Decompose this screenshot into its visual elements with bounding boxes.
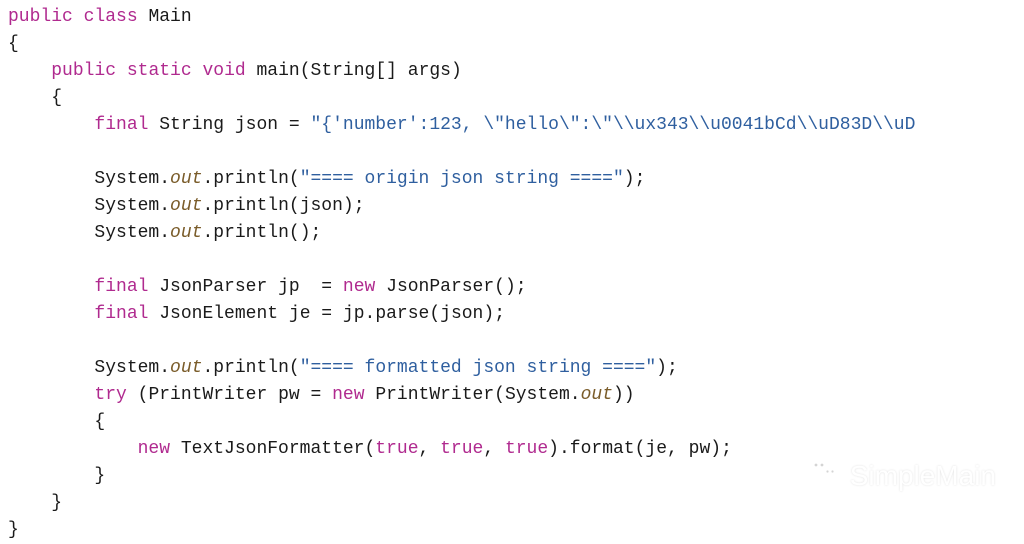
method-main: main	[257, 61, 300, 81]
type-printwriter: PrintWriter	[148, 385, 267, 405]
kw-class: class	[84, 7, 138, 27]
method-println: println	[213, 169, 289, 189]
field-out: out	[170, 358, 202, 378]
code-block: public class Main { public static void m…	[8, 4, 1016, 544]
var-pw: pw	[278, 385, 300, 405]
type-textjsonformatter: TextJsonFormatter	[181, 439, 365, 459]
kw-new: new	[138, 439, 170, 459]
string-literal: "==== origin json string ===="	[300, 169, 624, 189]
kw-final: final	[94, 115, 148, 135]
type-string: String	[311, 61, 376, 81]
type-jsonelement: JsonElement	[159, 304, 278, 324]
kw-final: final	[94, 277, 148, 297]
param-args: args	[408, 61, 451, 81]
method-parse: parse	[375, 304, 429, 324]
field-out: out	[581, 385, 613, 405]
type-jsonparser: JsonParser	[159, 277, 267, 297]
brace-open: {	[51, 88, 62, 108]
kw-void: void	[202, 61, 245, 81]
field-out: out	[170, 169, 202, 189]
var-json: json	[235, 115, 278, 135]
method-format: format	[570, 439, 635, 459]
brace-close: }	[94, 466, 105, 486]
bool-true: true	[375, 439, 418, 459]
kw-public: public	[8, 7, 73, 27]
field-out: out	[170, 223, 202, 243]
bool-true: true	[440, 439, 483, 459]
brace-open: {	[94, 412, 105, 432]
kw-final: final	[94, 304, 148, 324]
kw-try: try	[94, 385, 126, 405]
brace-close: }	[51, 493, 62, 513]
var-je: je	[289, 304, 311, 324]
bool-true: true	[505, 439, 548, 459]
class-system: System	[94, 169, 159, 189]
kw-public: public	[51, 61, 116, 81]
brace-close: }	[8, 520, 19, 540]
kw-new: new	[343, 277, 375, 297]
arg-json: json	[300, 196, 343, 216]
type-string: String	[159, 115, 224, 135]
field-out: out	[170, 196, 202, 216]
kw-new: new	[332, 385, 364, 405]
kw-static: static	[127, 61, 192, 81]
string-literal: "{'number':123, \"hello\":\"\\ux343\\u00…	[311, 115, 916, 135]
var-jp: jp	[278, 277, 300, 297]
class-name: Main	[148, 7, 191, 27]
string-literal: "==== formatted json string ===="	[300, 358, 656, 378]
brace-open: {	[8, 34, 19, 54]
